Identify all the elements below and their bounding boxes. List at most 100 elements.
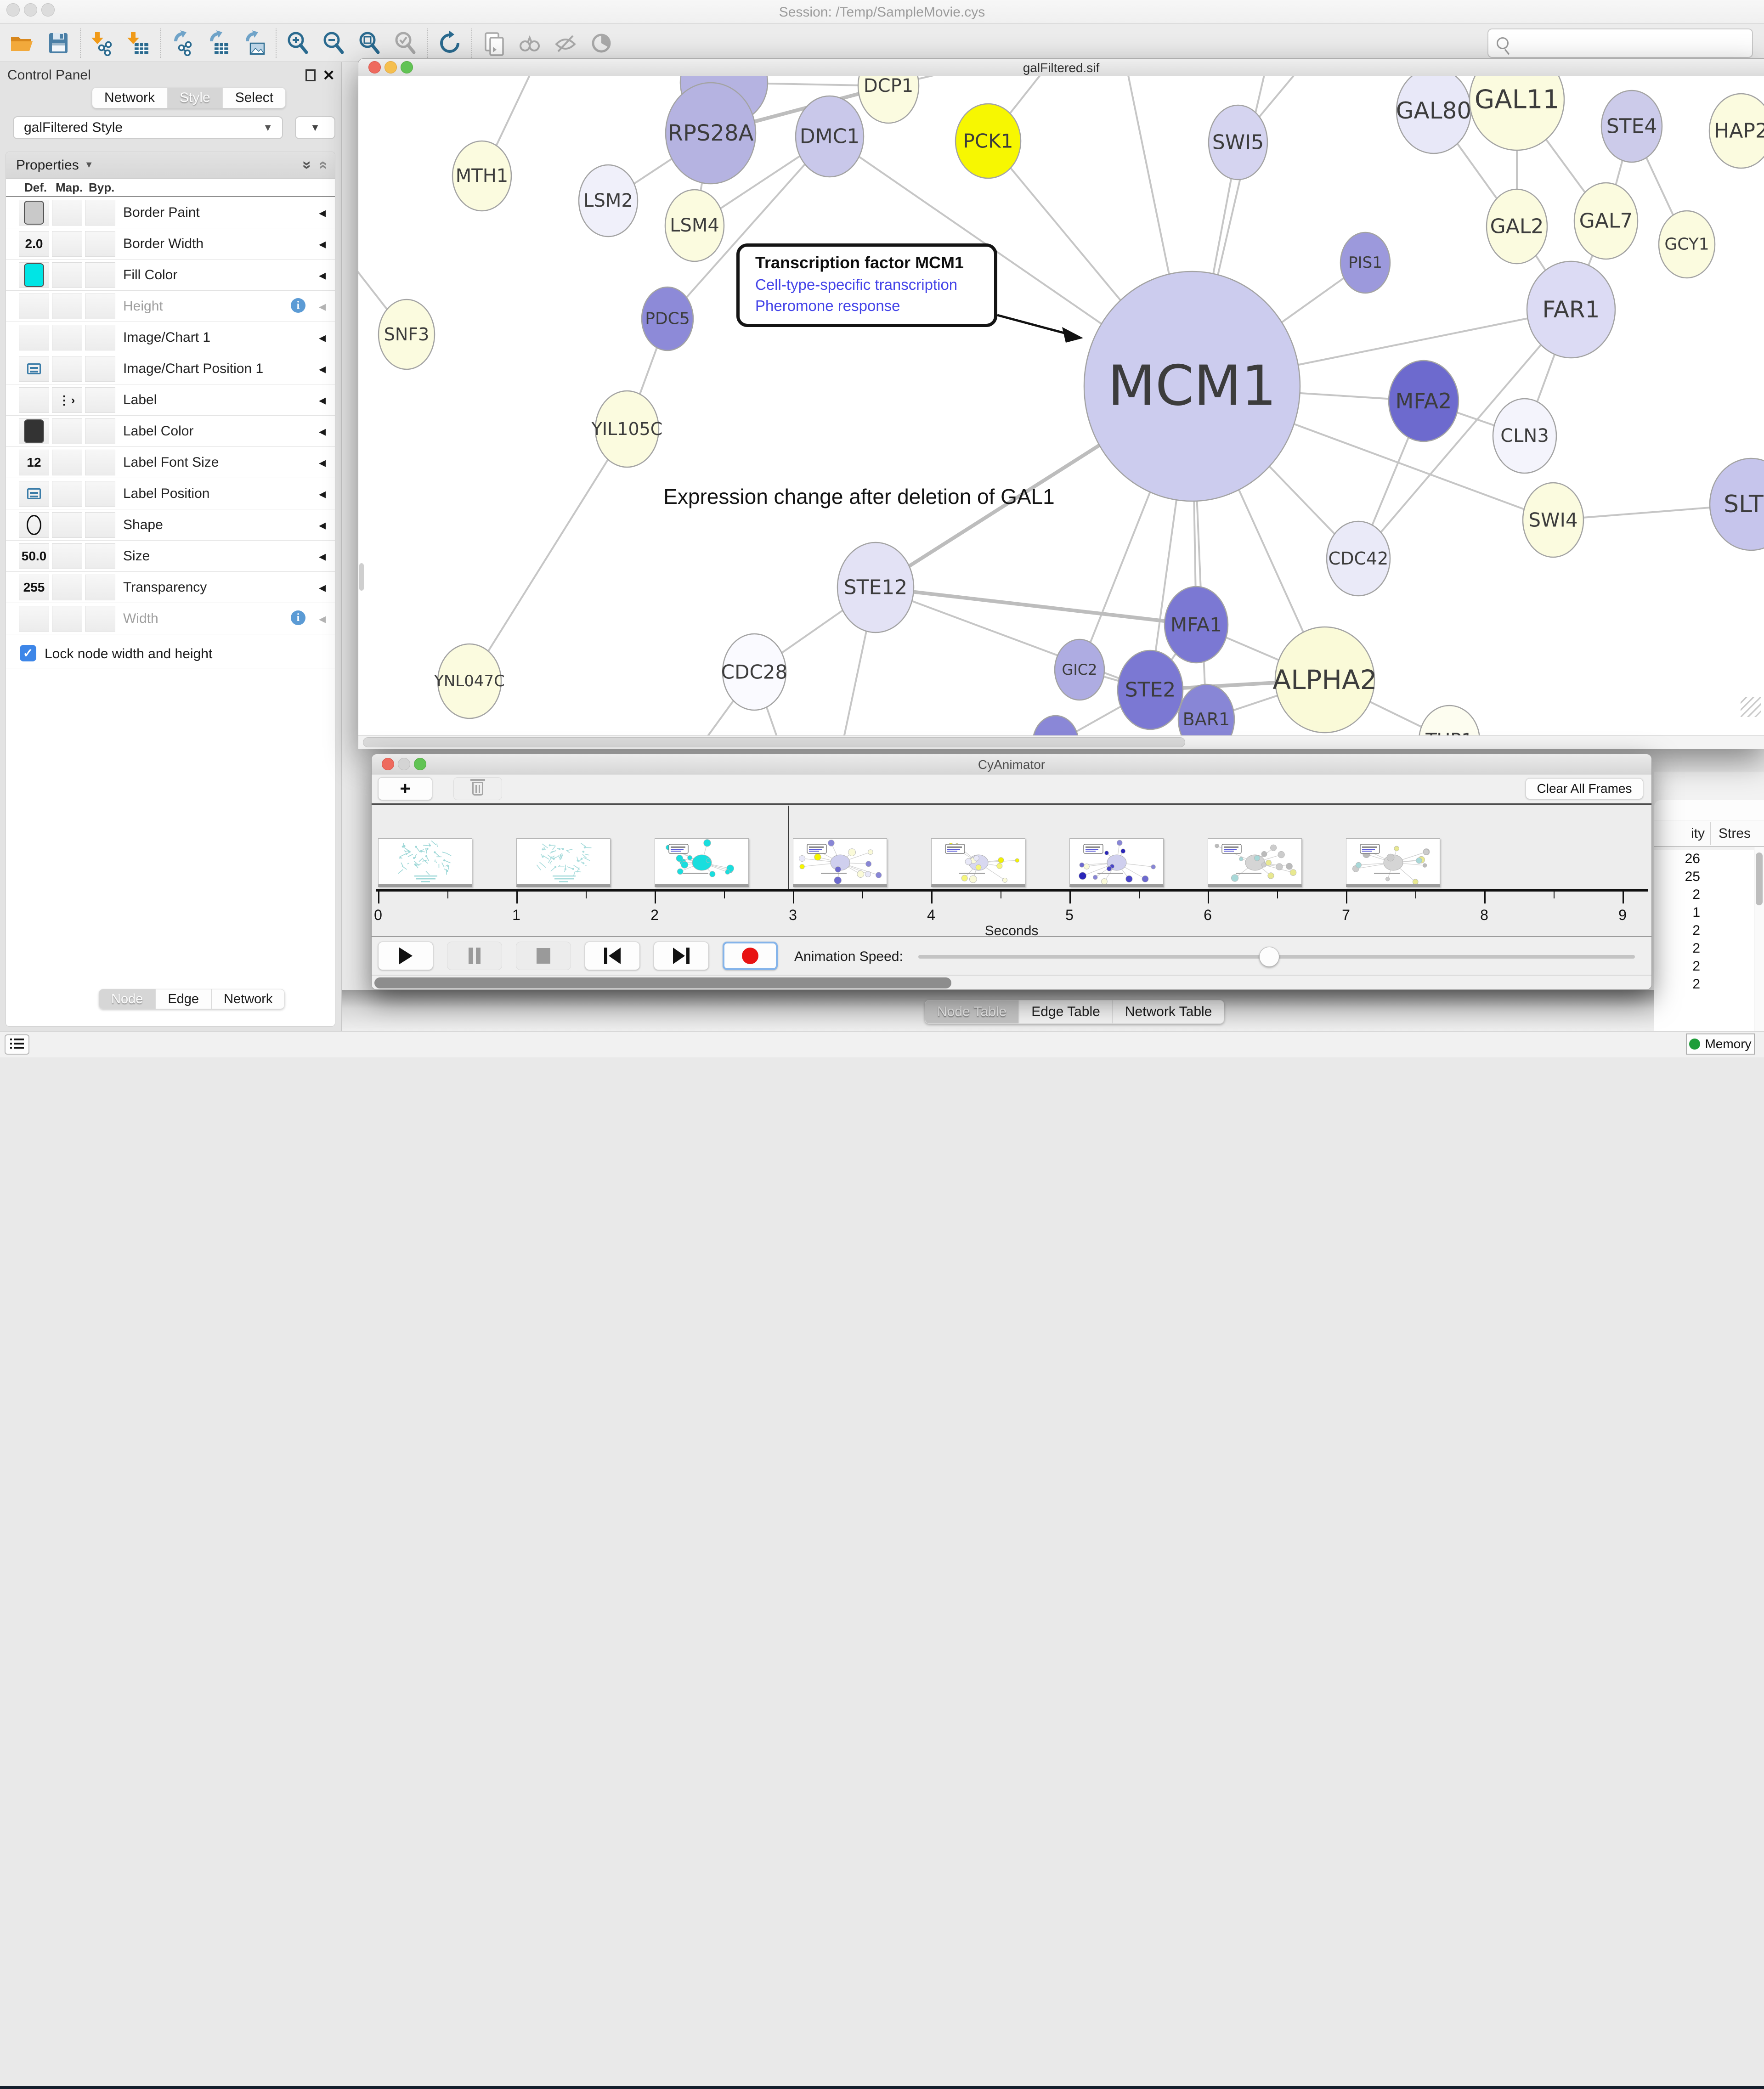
byp-cell[interactable]: [85, 450, 115, 475]
canvas-left-scroll-thumb[interactable]: [359, 563, 364, 591]
property-row-border-paint[interactable]: Border Paint◂: [6, 197, 335, 228]
table-row[interactable]: 2: [1654, 921, 1754, 939]
expand-arrow-icon[interactable]: ◂: [319, 423, 326, 440]
expand-arrow-icon[interactable]: ◂: [319, 267, 326, 283]
node-LSM4[interactable]: LSM4: [665, 190, 724, 261]
map-cell[interactable]: [52, 200, 82, 226]
property-row-fill-color[interactable]: Fill Color◂: [6, 260, 335, 291]
byp-cell[interactable]: [85, 231, 115, 257]
expand-arrow-icon[interactable]: ◂: [319, 611, 326, 627]
node-STE12[interactable]: STE12: [837, 542, 914, 632]
frame-thumbnail-4[interactable]: [931, 838, 1025, 887]
node-SWI4[interactable]: SWI4: [1523, 483, 1583, 557]
skip-end-button[interactable]: [654, 942, 709, 970]
map-cell[interactable]: [52, 450, 82, 475]
node-STE4[interactable]: STE4: [1601, 90, 1662, 162]
find-network-button[interactable]: [512, 27, 548, 59]
map-cell[interactable]: [52, 325, 82, 350]
import-table-button[interactable]: [120, 27, 156, 59]
byp-cell[interactable]: [85, 262, 115, 288]
property-row-width[interactable]: Widthi◂: [6, 603, 335, 634]
node-CLN3[interactable]: CLN3: [1493, 399, 1556, 473]
node-GAL2[interactable]: GAL2: [1487, 189, 1547, 264]
resize-grip[interactable]: [1741, 697, 1761, 717]
default-value[interactable]: 12: [27, 455, 41, 470]
default-swatch[interactable]: [24, 419, 44, 443]
node-GIC2[interactable]: GIC2: [1055, 639, 1104, 700]
node-SWI5[interactable]: SWI5: [1209, 105, 1267, 180]
property-row-transparency[interactable]: 255Transparency◂: [6, 572, 335, 603]
node-GCY1[interactable]: GCY1: [1659, 211, 1715, 278]
default-swatch[interactable]: [24, 263, 44, 287]
property-row-size[interactable]: 50.0Size◂: [6, 541, 335, 572]
node-YNL047C[interactable]: YNL047C: [434, 644, 505, 718]
map-cell[interactable]: [52, 575, 82, 600]
playhead[interactable]: [788, 806, 789, 889]
stop-button[interactable]: [516, 942, 571, 970]
tab-style[interactable]: Style: [167, 87, 223, 108]
zoom-fit-button[interactable]: [352, 27, 388, 59]
task-history-button[interactable]: [5, 1034, 29, 1055]
table-row[interactable]: 1: [1654, 903, 1754, 921]
cyanimator-titlebar[interactable]: CyAnimator: [372, 754, 1651, 774]
def-cell[interactable]: [19, 325, 49, 350]
float-window-icon[interactable]: [305, 69, 316, 81]
byp-cell[interactable]: [85, 325, 115, 350]
timeline-scrollbar[interactable]: [372, 975, 1651, 990]
frame-thumbnail-1[interactable]: [516, 838, 611, 887]
def-cell[interactable]: 50.0: [19, 543, 49, 569]
record-button[interactable]: [723, 942, 778, 970]
style-options-button[interactable]: ▼: [295, 116, 335, 139]
node-DCP1[interactable]: DCP1: [858, 76, 919, 123]
close-panel-icon[interactable]: ✕: [322, 67, 335, 84]
default-swatch[interactable]: [24, 201, 44, 225]
node-PIS1[interactable]: PIS1: [1340, 232, 1390, 293]
def-cell[interactable]: [19, 606, 49, 632]
expand-arrow-icon[interactable]: ◂: [319, 548, 326, 565]
expand-arrow-icon[interactable]: ◂: [319, 330, 326, 346]
pause-button[interactable]: [447, 942, 502, 970]
node-MFA2[interactable]: MFA2: [1389, 361, 1459, 441]
lock-checkbox[interactable]: ✓: [20, 645, 36, 661]
table-row[interactable]: 2: [1654, 975, 1754, 993]
def-cell[interactable]: [19, 512, 49, 538]
table-row[interactable]: 2: [1654, 957, 1754, 975]
def-cell[interactable]: 12: [19, 450, 49, 475]
byp-cell[interactable]: [85, 606, 115, 632]
node-LSM2[interactable]: LSM2: [579, 165, 638, 237]
node-NODE_B[interactable]: [1033, 716, 1079, 735]
info-icon[interactable]: i: [291, 298, 305, 313]
timeline-scroll-thumb[interactable]: [374, 977, 951, 988]
node-RPS28A[interactable]: RPS28A: [666, 83, 756, 184]
map-cell[interactable]: [52, 481, 82, 507]
node-CDC28[interactable]: CDC28: [721, 634, 787, 710]
byp-cell[interactable]: [85, 418, 115, 444]
tab-select[interactable]: Select: [223, 87, 286, 108]
frame-thumbnail-0[interactable]: [378, 838, 472, 887]
memory-button[interactable]: Memory: [1686, 1033, 1755, 1055]
map-cell[interactable]: [52, 262, 82, 288]
def-cell[interactable]: [19, 200, 49, 226]
node-ALPHA2[interactable]: ALPHA2: [1272, 627, 1377, 733]
node-HAP2[interactable]: HAP2: [1709, 94, 1764, 168]
property-row-label-position[interactable]: Label Position◂: [6, 478, 335, 509]
search-input[interactable]: [1509, 29, 1752, 57]
node-PCK1[interactable]: PCK1: [956, 104, 1021, 178]
byp-cell[interactable]: [85, 512, 115, 538]
node-MCM1[interactable]: MCM1: [1084, 271, 1300, 501]
network-canvas[interactable]: DCP1RPS28ADMC1PCK1MTH1LSM2LSM4SWI5GAL80G…: [358, 76, 1764, 735]
timeline[interactable]: 0123456789 Seconds: [372, 805, 1651, 936]
node-DMC1[interactable]: DMC1: [796, 96, 864, 177]
expand-arrow-icon[interactable]: ◂: [319, 455, 326, 471]
refresh-view-button[interactable]: [432, 27, 468, 59]
expand-arrow-icon[interactable]: ◂: [319, 486, 326, 502]
frame-thumbnail-2[interactable]: [655, 838, 749, 887]
search-box[interactable]: [1487, 28, 1753, 58]
expand-arrow-icon[interactable]: ◂: [319, 392, 326, 408]
table-row[interactable]: 2: [1654, 886, 1754, 903]
byp-cell[interactable]: [85, 543, 115, 569]
property-row-image-chart-position-1[interactable]: Image/Chart Position 1◂: [6, 353, 335, 384]
expand-arrow-icon[interactable]: ◂: [319, 236, 326, 252]
node-SNF3[interactable]: SNF3: [379, 299, 435, 369]
def-cell[interactable]: [19, 262, 49, 288]
